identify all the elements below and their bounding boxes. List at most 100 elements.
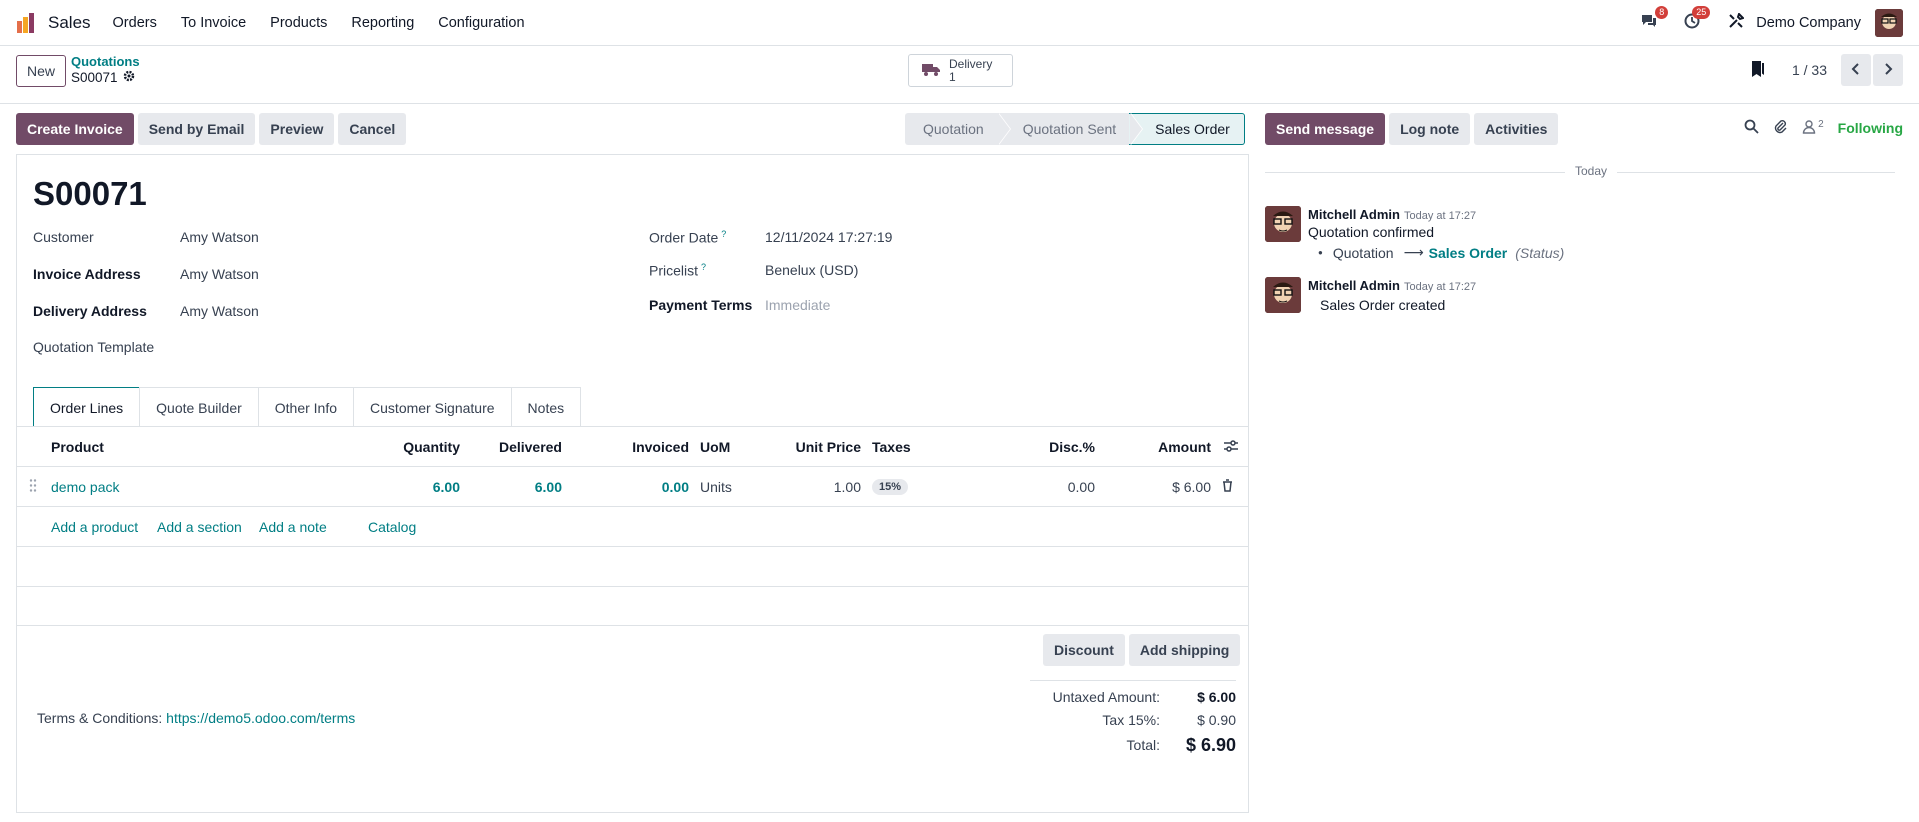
pricelist-field[interactable]: Benelux (USD)	[765, 262, 858, 278]
chevron-left-icon	[1851, 62, 1861, 78]
author-avatar[interactable]	[1265, 277, 1301, 313]
create-invoice-button[interactable]: Create Invoice	[16, 113, 134, 145]
line-uom[interactable]: Units	[700, 479, 732, 495]
terms-link[interactable]: https://demo5.odoo.com/terms	[166, 710, 355, 726]
add-section-link[interactable]: Add a section	[157, 519, 242, 535]
tab-order-lines[interactable]: Order Lines	[33, 387, 141, 427]
paperclip-icon[interactable]	[1773, 119, 1788, 137]
messages-badge: 8	[1655, 6, 1669, 19]
line-delivered[interactable]: 6.00	[535, 479, 562, 495]
tab-other-info[interactable]: Other Info	[257, 387, 355, 427]
trash-icon[interactable]	[1222, 478, 1233, 495]
quotation-template-label: Quotation Template	[33, 339, 155, 355]
order-date-field[interactable]: 12/11/2024 17:27:19	[765, 229, 892, 245]
add-shipping-button[interactable]: Add shipping	[1128, 634, 1241, 666]
pager-value[interactable]: 1 / 33	[1792, 62, 1827, 78]
debug-tools-icon[interactable]	[1728, 12, 1746, 32]
customer-field[interactable]: Amy Watson	[180, 229, 259, 245]
order-date-help-icon[interactable]: ?	[721, 229, 726, 239]
table-row[interactable]: demo pack 6.00 6.00 0.00 Units 1.00 15% …	[17, 466, 1248, 506]
message-time: Today at 17:27	[1403, 281, 1477, 293]
col-amount[interactable]: Amount	[1158, 439, 1211, 455]
optional-columns-icon[interactable]	[1224, 439, 1238, 455]
stage-quotation[interactable]: Quotation	[905, 113, 1011, 145]
search-icon[interactable]	[1744, 119, 1759, 137]
col-taxes[interactable]: Taxes	[872, 439, 911, 455]
tab-notes[interactable]: Notes	[510, 387, 582, 427]
followers-button[interactable]: 2	[1802, 119, 1824, 137]
menu-configuration[interactable]: Configuration	[438, 15, 524, 31]
col-disc[interactable]: Disc.%	[1049, 439, 1095, 455]
col-quantity[interactable]: Quantity	[403, 439, 460, 455]
menu-to-invoice[interactable]: To Invoice	[181, 15, 246, 31]
menu-orders[interactable]: Orders	[113, 15, 157, 31]
message-author[interactable]: Mitchell Admin	[1308, 207, 1400, 222]
message-author[interactable]: Mitchell Admin	[1308, 278, 1400, 293]
preview-button[interactable]: Preview	[259, 113, 335, 145]
discount-button[interactable]: Discount	[1043, 634, 1125, 666]
col-unit-price[interactable]: Unit Price	[796, 439, 861, 455]
line-product[interactable]: demo pack	[51, 479, 119, 495]
delivery-label: Delivery	[949, 56, 993, 71]
activities-button[interactable]: Activities	[1474, 113, 1559, 145]
pricelist-label: Pricelist	[649, 262, 699, 279]
top-navbar: Sales Orders To Invoice Products Reporti…	[0, 0, 1919, 46]
breadcrumb-quotations[interactable]: Quotations	[71, 54, 140, 70]
add-note-link[interactable]: Add a note	[259, 519, 327, 535]
bookmark-icon[interactable]	[1750, 60, 1766, 81]
main-menu: Orders To Invoice Products Reporting Con…	[113, 15, 549, 31]
col-invoiced[interactable]: Invoiced	[632, 439, 689, 455]
notebook-tabs: Order Lines Quote Builder Other Info Cus…	[33, 387, 582, 427]
catalog-link[interactable]: Catalog	[368, 519, 416, 535]
col-delivered[interactable]: Delivered	[499, 439, 562, 455]
status-bar: Quotation Quotation Sent Sales Order	[905, 113, 1245, 145]
company-switcher[interactable]: Demo Company	[1756, 15, 1861, 31]
col-product[interactable]: Product	[51, 439, 104, 455]
tracking-change: ● Quotation ⟶ Sales Order (Status)	[1318, 244, 1564, 261]
line-quantity[interactable]: 6.00	[433, 479, 460, 495]
log-note-button[interactable]: Log note	[1389, 113, 1471, 145]
tab-quote-builder[interactable]: Quote Builder	[139, 387, 259, 427]
gear-icon[interactable]	[123, 70, 135, 86]
author-avatar[interactable]	[1265, 206, 1301, 242]
menu-reporting[interactable]: Reporting	[351, 15, 414, 31]
sales-app-icon[interactable]	[16, 12, 38, 34]
send-message-button[interactable]: Send message	[1265, 113, 1386, 145]
payment-terms-label: Payment Terms	[649, 297, 753, 313]
date-separator: Today	[1265, 164, 1895, 178]
user-avatar[interactable]	[1875, 8, 1903, 37]
add-product-link[interactable]: Add a product	[51, 519, 138, 535]
breadcrumb: Quotations S00071	[71, 54, 140, 86]
line-tax-tag[interactable]: 15%	[872, 478, 909, 495]
menu-products[interactable]: Products	[270, 15, 327, 31]
pricelist-help-icon[interactable]: ?	[701, 262, 706, 272]
stage-quotation-sent[interactable]: Quotation Sent	[996, 113, 1144, 145]
send-by-email-button[interactable]: Send by Email	[137, 113, 256, 145]
line-discount[interactable]: 0.00	[1068, 479, 1095, 495]
cancel-button[interactable]: Cancel	[338, 113, 407, 145]
untaxed-amount: $ 6.00	[1197, 688, 1236, 705]
quotation-template-field[interactable]	[154, 337, 454, 357]
pager-previous-button[interactable]	[1841, 54, 1871, 86]
invoice-address-field[interactable]: Amy Watson	[180, 266, 259, 282]
col-uom[interactable]: UoM	[700, 439, 730, 455]
message-time: Today at 17:27	[1403, 210, 1477, 222]
activities-clock-icon[interactable]: 25	[1684, 6, 1711, 32]
messages-icon[interactable]: 8	[1640, 6, 1669, 32]
delivery-smart-button[interactable]: Delivery 1	[908, 54, 1013, 87]
stage-sales-order[interactable]: Sales Order	[1129, 113, 1245, 145]
app-name[interactable]: Sales	[48, 13, 91, 33]
payment-terms-field[interactable]: Immediate	[765, 297, 830, 313]
tab-customer-signature[interactable]: Customer Signature	[353, 387, 512, 427]
pager-next-button[interactable]	[1873, 54, 1903, 86]
new-button[interactable]: New	[16, 55, 67, 87]
date-separator-label: Today	[1565, 164, 1618, 178]
line-unit-price[interactable]: 1.00	[834, 479, 861, 495]
drag-handle-icon[interactable]	[29, 478, 37, 495]
delivery-address-field[interactable]: Amy Watson	[180, 303, 259, 319]
order-lines-table: Product Quantity Delivered Invoiced UoM …	[17, 426, 1248, 626]
line-invoiced[interactable]: 0.00	[662, 479, 689, 495]
following-button[interactable]: Following	[1838, 120, 1903, 136]
chevron-right-icon	[1883, 62, 1893, 78]
line-amount: $ 6.00	[1172, 478, 1211, 495]
